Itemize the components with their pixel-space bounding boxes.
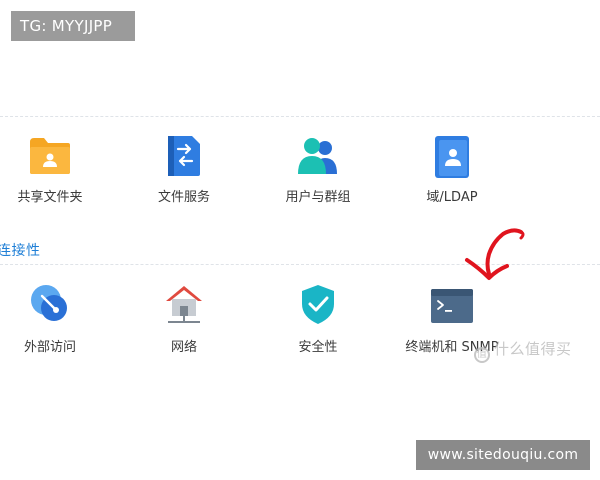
security-shield-icon <box>302 285 334 324</box>
control-panel-item-network[interactable]: 网络 <box>124 282 244 362</box>
divider-top <box>0 116 600 117</box>
control-panel-item-security[interactable]: 安全性 <box>258 282 378 362</box>
external-access-label: 外部访问 <box>23 340 76 355</box>
user-group-label: 用户与群组 <box>285 190 351 205</box>
zhide-badge-icon: 值 <box>474 347 490 363</box>
control-panel-item-external-access[interactable]: 外部访问 <box>0 282 110 362</box>
security-label: 安全性 <box>298 340 338 355</box>
top-watermark: TG: MYYJJPP <box>11 11 135 41</box>
shared-folder-label: 共享文件夹 <box>17 190 83 205</box>
domain-ldap-icon <box>435 136 469 178</box>
control-panel-item-shared-folder[interactable]: 共享文件夹 <box>0 130 110 210</box>
network-label: 网络 <box>170 340 197 355</box>
external-access-icon <box>31 285 67 321</box>
domain-ldap-label: 域/LDAP <box>426 190 478 205</box>
red-arrow-annotation <box>465 228 525 280</box>
zhide-watermark: 值什么值得买 <box>474 338 572 363</box>
terminal-icon <box>431 289 473 323</box>
user-group-icon <box>298 138 337 174</box>
file-services-icon <box>168 136 200 176</box>
zhide-watermark-text: 什么值得买 <box>494 340 572 358</box>
shared-folder-icon <box>30 138 70 174</box>
file-services-label: 文件服务 <box>157 190 210 205</box>
network-icon <box>166 286 202 323</box>
control-panel-item-domain-ldap[interactable]: 域/LDAP <box>392 130 512 210</box>
control-panel-item-file-services[interactable]: 文件服务 <box>124 130 244 210</box>
bottom-watermark: www.sitedouqiu.com <box>416 440 590 470</box>
control-panel-item-user-group[interactable]: 用户与群组 <box>258 130 378 210</box>
section-title-connectivity: 连接性 <box>0 243 41 259</box>
